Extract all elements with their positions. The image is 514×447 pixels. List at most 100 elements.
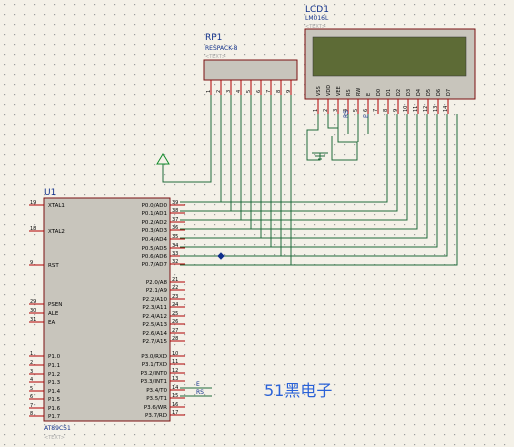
u1-pin-label: P0.2/AD2 [142,220,167,226]
u1-pin-number: 22 [172,285,178,291]
net-label-rs-lcd: RS [343,110,350,118]
watermark-text: 51黑电子 [264,381,332,400]
lcd1-pin-label: D1 [386,89,392,96]
lcd1-pin-number: 7 [373,109,379,112]
lcd1-part: LM016L [305,15,329,22]
u1-pin-label: P1.4 [48,389,61,395]
rp1-pin-number: 8 [276,90,282,93]
u1-pin-number: 28 [172,336,178,342]
lcd1-pin-label: D3 [406,89,412,96]
u1-pin-label: P0.3/AD3 [142,228,168,234]
rp1-pin-number: 1 [206,90,212,93]
rp1-body[interactable] [203,59,298,81]
u1-pin-label: P2.6/A14 [142,331,167,337]
lcd1-pin-number: 2 [323,109,329,112]
lcd1-pin-label: VEE [336,86,342,96]
u1-pin-number: 14 [172,385,178,391]
u1-pin-label: P2.4/A12 [142,314,167,320]
lcd1-pin-label: E [366,93,372,96]
u1-ref: U1 [44,188,56,198]
u1-pin-label: P3.4/T0 [146,388,167,394]
u1-pin-label: P2.5/A13 [142,322,167,328]
u1-pin-label: P2.3/A11 [142,305,167,311]
u1-pin-number: 26 [172,319,178,325]
u1-component[interactable]: U1 AT89C51 <TEXT> 19 XTAL118 XTAL29 RST29 PS… [29,188,185,441]
u1-pin-label: P0.4/AD4 [142,237,168,243]
u1-pin-label: P3.7/RD [145,413,167,419]
u1-pin-number: 2 [30,360,33,366]
lcd1-pin-number: 3 [333,109,339,112]
u1-pin-label: P1.5 [48,397,61,403]
schematic-canvas: RP1 RESPACK-8 <TEXT> 123456789 LCD1 LM01… [0,0,514,447]
u1-pin-number: 30 [30,308,36,314]
lcd1-pin-label: D2 [396,89,402,96]
u1-pin-number: 19 [30,200,36,206]
rp1-pin-number: 3 [226,90,232,93]
lcd1-pin-number: 8 [383,109,389,112]
u1-pin-number: 24 [172,302,178,308]
u1-pin-label: P3.6/WR [144,405,167,411]
u1-pin-label: RST [48,263,59,269]
u1-pin-number: 29 [30,299,36,305]
u1-pin-label: XTAL2 [48,229,65,235]
u1-pin-number: 17 [172,410,178,416]
u1-pin-label: P0.6/AD6 [142,254,168,260]
lcd1-pin-label: VDD [326,85,332,96]
u1-pin-number: 7 [30,403,33,409]
lcd1-pin-number: 13 [433,106,439,112]
u1-pin-label: P2.0/A8 [146,280,168,286]
u1-pin-number: 9 [30,260,33,266]
u1-pin-label: P3.5/T1 [146,396,167,402]
rp1-pin-number: 9 [286,90,292,93]
u1-pin-number: 32 [172,259,178,265]
rp1-pin-number: 2 [216,90,222,93]
u1-pin-label: EA [48,320,55,326]
lcd1-pin-number: 9 [393,109,399,112]
u1-pin-label: P1.7 [48,414,61,420]
lcd1-pin-number: 14 [443,106,449,112]
u1-pin-label: P3.1/TXD [142,362,167,368]
u1-pin-number: 8 [30,411,33,417]
lcd1-pin-label: RS [346,89,352,96]
lcd1-pin-label: VSS [316,86,322,96]
lcd1-ref: LCD1 [305,5,329,15]
u1-pin-number: 16 [172,402,178,408]
u1-pin-number: 35 [172,234,178,240]
u1-pin-number: 25 [172,311,178,317]
u1-pin-label: P3.0/RXD [141,354,167,360]
rp1-pin-number: 5 [246,90,252,93]
u1-pin-label: P2.1/A9 [146,288,168,294]
u1-pin-label: P1.0 [48,354,61,360]
u1-pin-label: PSEN [48,302,62,308]
u1-pin-number: 21 [172,277,178,283]
u1-pin-label: P1.3 [48,380,61,386]
lcd1-pin-label: D5 [426,89,432,96]
u1-pin-number: 31 [30,317,36,323]
u1-pin-label: P0.7/AD7 [142,262,168,268]
rp1-ref: RP1 [205,33,222,43]
u1-pin-number: 11 [172,359,178,365]
lcd1-pin-number: 12 [423,106,429,112]
lcd1-pin-label: D4 [416,89,422,96]
u1-pin-label: XTAL1 [48,203,65,209]
lcd1-pin-label: RW [356,88,362,96]
lcd1-pin-number: 6 [363,109,369,112]
u1-pin-number: 33 [172,251,178,257]
u1-pin-number: 38 [172,208,178,214]
u1-pin-number: 12 [172,368,178,374]
net-label-e-lcd: E [363,114,370,118]
u1-pin-number: 39 [172,200,178,206]
u1-pin-label: P3.2/INT0 [140,371,167,377]
lcd1-screen [312,36,467,77]
u1-pin-label: P1.2 [48,372,60,378]
u1-pin-number: 3 [30,369,33,375]
u1-pin-number: 6 [30,394,33,400]
u1-pin-number: 10 [172,351,178,357]
u1-pin-label: P0.0/AD0 [142,203,168,209]
u1-pin-label: P0.1/AD1 [142,211,167,217]
u1-pin-number: 13 [172,376,178,382]
lcd1-pin-label: D7 [446,89,452,96]
u1-pin-number: 37 [172,217,178,223]
lcd1-pin-label: D6 [436,89,442,96]
rp1-pin-number: 7 [266,90,272,93]
